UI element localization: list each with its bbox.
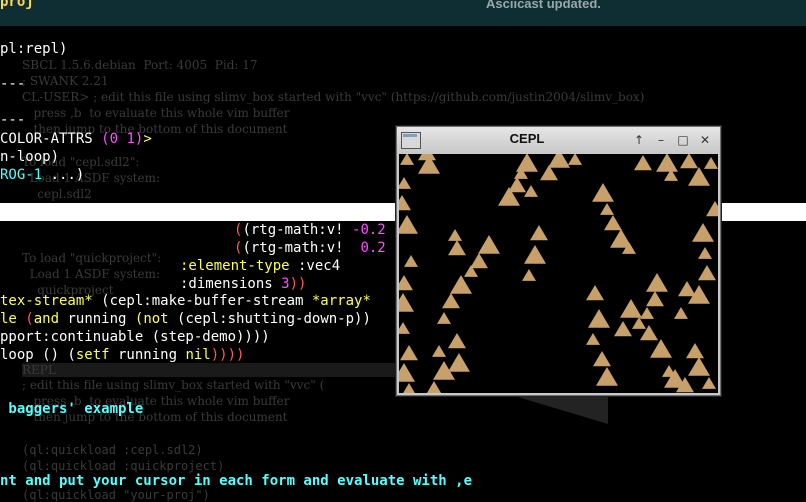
triangle-sprite	[586, 285, 604, 301]
triangle-sprite	[698, 265, 716, 281]
triangle-sprite	[698, 247, 712, 259]
triangle-sprite	[688, 357, 710, 376]
triangle-scene	[399, 154, 718, 393]
triangle-sprite	[678, 281, 696, 297]
triangle-sprite	[400, 345, 418, 361]
triangle-sprite	[399, 177, 411, 189]
code-line: le (and running (not (cepl:shutting-down…	[0, 311, 371, 327]
triangle-sprite	[437, 312, 451, 324]
maximize-button-icon[interactable]: □	[675, 132, 691, 148]
triangle-sprite	[403, 383, 415, 393]
triangle-sprite	[704, 157, 718, 169]
triangle-sprite	[450, 275, 472, 294]
triangle-sprite	[568, 154, 582, 165]
load-line: cepl.sdl2	[22, 187, 92, 201]
load-line: Load 1 ASDF system:	[22, 267, 161, 281]
minimize-button-icon[interactable]: –	[653, 132, 669, 148]
triangle-sprite	[522, 269, 536, 281]
triangle-sprite	[646, 291, 664, 307]
close-button-icon[interactable]: ✕	[697, 132, 713, 148]
triangle-sprite	[680, 154, 698, 169]
triangle-sprite	[399, 215, 418, 234]
code-line: COLOR-ATTRS (0 1)>	[0, 131, 152, 147]
repl-buffer-label: REPL	[22, 363, 56, 377]
triangle-sprite	[448, 229, 462, 241]
triangle-sprite	[400, 154, 414, 165]
triangle-sprite	[604, 215, 622, 231]
triangle-sprite	[600, 203, 614, 215]
code-line: loop () (setf running nil))))	[0, 347, 245, 363]
repl-prompt-line: CL-USER> ; edit this file using slimv_bo…	[22, 90, 645, 104]
triangle-sprite	[399, 195, 411, 211]
top-status-bar: proj Asciicast updated.	[0, 0, 806, 26]
code-line: ROG-1 ...)	[0, 167, 85, 183]
swank-version: ; SWANK 2.21	[22, 74, 109, 88]
triangle-sprite	[448, 353, 470, 372]
code-line: n-loop)	[0, 149, 60, 165]
triangle-sprite	[702, 377, 716, 389]
triangle-sprite	[448, 240, 466, 256]
triangle-sprite	[674, 307, 688, 319]
load-line: To load "quickproject":	[22, 251, 162, 265]
triangle-sprite	[399, 275, 413, 291]
code-line: (ql:quickload "your-proj")	[22, 488, 210, 502]
triangle-sprite	[646, 273, 668, 292]
comment-heading: nt and put your cursor in each form and …	[0, 473, 473, 489]
triangle-sprite	[692, 223, 714, 242]
triangle-sprite	[640, 307, 654, 319]
code-line: ((rtg-math:v! -0.2	[234, 222, 386, 238]
window-title: CEPL	[509, 131, 545, 146]
comment-line: press ,b to evaluate this whole vim buff…	[22, 106, 290, 120]
triangle-sprite	[686, 343, 704, 359]
comment-line: ; edit this file using slimv_box started…	[22, 378, 325, 392]
triangle-sprite	[596, 367, 618, 386]
code-line: ---	[0, 112, 26, 128]
sbcl-banner: SBCL 1.5.6.debian Port: 4005 Pid: 17	[22, 58, 258, 72]
code-line: ---	[0, 76, 26, 92]
triangle-sprite	[399, 363, 415, 382]
triangle-sprite	[530, 225, 548, 241]
triangle-sprite	[448, 333, 466, 349]
triangle-sprite	[470, 253, 488, 269]
triangle-sprite	[706, 201, 718, 217]
triangle-sprite	[548, 154, 570, 168]
triangle-sprite	[426, 381, 442, 393]
triangle-sprite	[588, 309, 610, 328]
cepl-window[interactable]: CEPL ↑ – □ ✕	[396, 126, 721, 396]
triangle-sprite	[524, 185, 538, 197]
triangle-sprite	[586, 333, 600, 345]
code-line: (ql:quickload :quickproject)	[22, 459, 225, 473]
triangle-sprite	[620, 299, 642, 318]
project-label: proj	[0, 0, 34, 10]
triangle-sprite	[524, 245, 546, 264]
shade-button-icon[interactable]: ↑	[631, 132, 647, 148]
code-line: pport:continuable (step-demo))))	[0, 329, 270, 345]
code-line: ((rtg-math:v! 0.2	[234, 240, 386, 256]
code-line: :element-type :vec4	[180, 258, 341, 274]
triangle-sprite	[656, 154, 678, 172]
triangle-sprite	[634, 155, 652, 171]
window-titlebar[interactable]: CEPL ↑ – □ ✕	[397, 127, 720, 152]
triangle-sprite	[516, 154, 538, 172]
triangle-sprite	[442, 293, 460, 309]
render-canvas[interactable]	[399, 154, 718, 393]
triangle-sprite	[399, 322, 410, 334]
triangle-sprite	[593, 351, 611, 367]
comment-heading: baggers' example	[0, 401, 144, 417]
code-line: (ql:quickload :cepl.sdl2)	[22, 443, 203, 457]
triangle-sprite	[592, 183, 614, 202]
overlay-shape	[508, 394, 608, 424]
asciicast-status: Asciicast updated.	[486, 0, 601, 11]
repl-status-line	[22, 363, 402, 377]
code-line: pl:repl)	[0, 41, 68, 57]
triangle-sprite	[614, 321, 632, 337]
triangle-sprite	[404, 255, 418, 267]
code-line: tex-stream* (cepl:make-buffer-stream *ar…	[0, 293, 371, 309]
triangle-sprite	[478, 235, 500, 254]
triangle-sprite	[432, 345, 446, 357]
code-line: :dimensions 3))	[180, 276, 307, 292]
triangle-sprite	[688, 167, 710, 186]
triangle-sprite	[399, 293, 414, 312]
